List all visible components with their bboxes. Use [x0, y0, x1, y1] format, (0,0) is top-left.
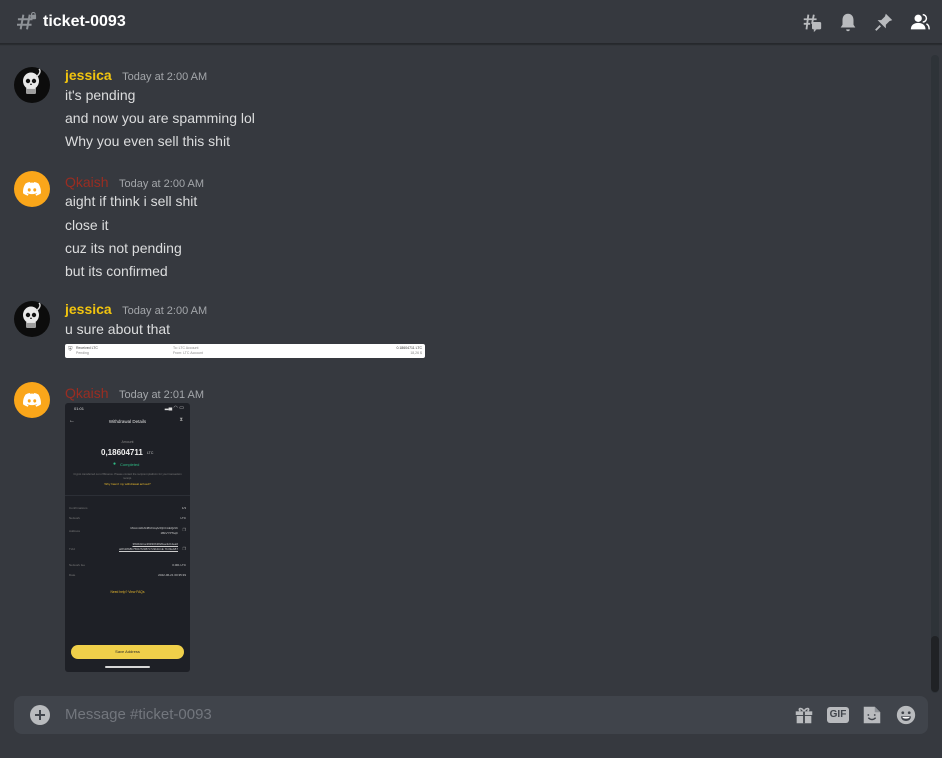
completed-check-icon: ●	[113, 461, 117, 467]
threads-icon[interactable]	[800, 10, 824, 34]
composer-toolbar: GIF	[792, 703, 918, 727]
withdrawal-help-link: Why hasn't my withdrawal arrived?	[104, 482, 151, 486]
discord-logo-icon	[23, 392, 41, 407]
row-label: Address	[69, 529, 81, 533]
discord-logo-icon	[23, 181, 41, 196]
scrollbar-thumb[interactable]	[931, 636, 939, 692]
transaction-amount: 0.18604711 LTC	[396, 346, 422, 350]
share-icon: ⧗	[179, 417, 183, 423]
row-label: Confirmations	[69, 506, 88, 510]
username[interactable]: Qkaish	[65, 174, 109, 190]
message-composer: GIF	[14, 696, 928, 734]
channel-header: ticket-0093	[0, 0, 942, 44]
timestamp: Today at 2:00 AM	[119, 178, 205, 190]
amount-unit: LTC	[147, 451, 154, 455]
shield-icon: ⛨	[68, 347, 73, 353]
gif-label: GIF	[826, 707, 850, 723]
row-label: Date	[69, 573, 76, 577]
gift-icon[interactable]	[792, 703, 816, 727]
avatar[interactable]	[14, 171, 50, 207]
message-input[interactable]	[65, 706, 765, 724]
message-text: cuz its not pending	[65, 240, 182, 256]
scrollbar-track[interactable]	[931, 55, 939, 693]
copy-icon: ❐	[182, 527, 186, 532]
transaction-from: From: LTC Account	[173, 351, 203, 355]
avatar[interactable]	[14, 301, 50, 337]
save-address-button: Save Address	[71, 645, 184, 659]
avatar[interactable]	[14, 382, 50, 418]
phone-status-icons: ▂▄ ◠ ▭	[164, 405, 184, 411]
row-value: LTC	[180, 516, 186, 520]
transaction-title: Received LTC	[76, 346, 98, 350]
username[interactable]: jessica	[65, 301, 112, 317]
notification-bell-icon[interactable]	[836, 10, 860, 34]
avatar[interactable]	[14, 67, 50, 103]
transaction-fiat: 18,26 $	[410, 351, 422, 355]
row-value: MAcmHDAN8UFAqArRjCCAEQ2zb 1BkVYPTsqh	[130, 526, 178, 535]
row-label: Network	[69, 516, 81, 520]
message-text: u sure about that	[65, 321, 171, 337]
divider	[65, 495, 190, 496]
amount-value: 0,18604711	[101, 448, 143, 457]
amount-label: Amount	[121, 440, 134, 444]
phone-time: 01:01	[74, 406, 85, 411]
screen-title: Withdrawal Details	[108, 419, 147, 424]
row-label: Network fee	[69, 563, 86, 567]
private-channel-hash-icon	[16, 11, 38, 32]
row-label: TxId	[69, 547, 75, 551]
pinned-messages-icon[interactable]	[872, 10, 896, 34]
timestamp: Today at 2:01 AM	[119, 389, 205, 401]
gif-icon[interactable]: GIF	[826, 703, 850, 727]
transaction-status: Pending	[76, 351, 89, 355]
timestamp: Today at 2:00 AM	[122, 305, 208, 317]
username[interactable]: Qkaish	[65, 385, 109, 401]
copy-icon: ❐	[182, 546, 186, 551]
status-completed: Completed	[120, 462, 140, 467]
member-list-icon[interactable]	[908, 10, 932, 34]
home-indicator	[105, 666, 150, 668]
plus-icon	[35, 710, 45, 720]
skull-avatar-icon	[23, 68, 41, 94]
message-text: Why you even sell this shit	[65, 133, 230, 149]
message-text: it's pending	[65, 87, 136, 103]
username[interactable]: jessica	[65, 67, 112, 83]
skull-avatar-icon	[23, 302, 41, 328]
transaction-to: To: LTC Account	[173, 346, 199, 350]
transfer-note: Crypto transferred out of Binance. Pleas…	[73, 473, 182, 480]
timestamp: Today at 2:00 AM	[122, 71, 208, 83]
message-text: and now you are spamming lol	[65, 110, 255, 126]
sticker-icon[interactable]	[860, 703, 884, 727]
row-value: 3fb0b0c1e39930b3820ae3cb4ea0 a0f118b8b75…	[118, 542, 178, 551]
image-attachment-withdrawal-screenshot[interactable]: 01:01 ▂▄ ◠ ▭ ← Withdrawal Details ⧗ Amou…	[65, 403, 190, 672]
upload-plus-button[interactable]	[30, 705, 50, 725]
row-value: 1/3	[181, 506, 186, 510]
header-toolbar	[800, 10, 932, 34]
image-attachment-transaction[interactable]: ⛨ Received LTC Pending To: LTC Account F…	[65, 344, 425, 358]
message-text: close it	[65, 217, 109, 233]
faq-link: Need help? View FAQs	[110, 590, 145, 594]
message-text: but its confirmed	[65, 263, 168, 279]
row-value: 2022-06-21 00:35:39	[158, 573, 186, 577]
row-value: 0.001 LTC	[172, 563, 186, 567]
channel-title: ticket-0093	[43, 13, 126, 30]
emoji-icon[interactable]	[894, 703, 918, 727]
message-list: jessica Today at 2:00 AM it's pending an…	[0, 45, 928, 693]
message-text: aight if think i sell shit	[65, 193, 198, 209]
